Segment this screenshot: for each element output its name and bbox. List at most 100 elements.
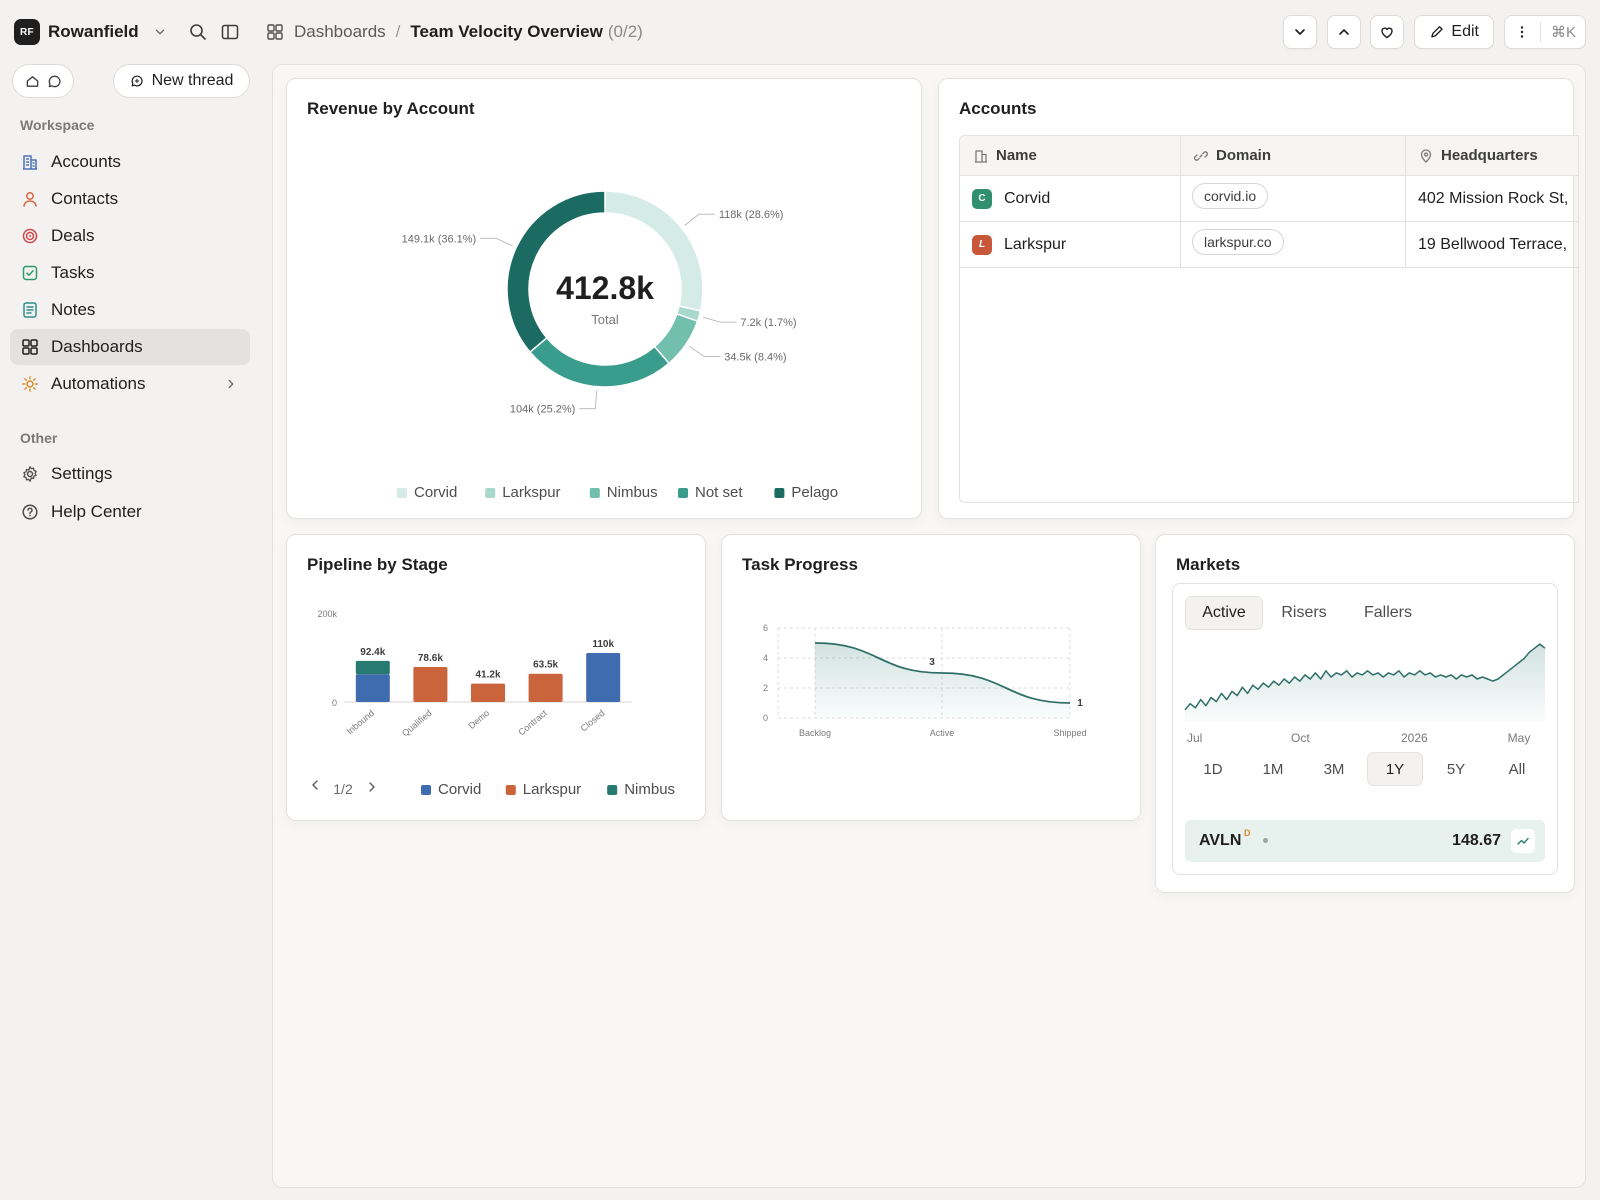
bar-segment[interactable] (586, 653, 621, 702)
card-title: Accounts (959, 99, 1037, 118)
y-tick-label: 0 (763, 713, 768, 723)
range-3m[interactable]: 3M (1306, 752, 1362, 786)
account-hq-cell[interactable]: 19 Bellwood Terrace, (1418, 222, 1578, 267)
account-badge: C (972, 188, 992, 209)
more-menu-button[interactable]: ⌘K (1504, 15, 1586, 49)
domain-chip[interactable]: larkspur.co (1192, 228, 1284, 255)
sidebar-item-help-center[interactable]: Help Center (10, 494, 250, 530)
chat-icon[interactable] (47, 74, 62, 89)
bar-segment[interactable] (528, 673, 563, 702)
range-1y[interactable]: 1Y (1367, 752, 1423, 786)
legend-swatch (607, 785, 618, 795)
y-tick-label: 6 (763, 623, 768, 633)
x-tick-label: Jul (1187, 731, 1202, 745)
account-name-cell[interactable]: L Larkspur (972, 222, 1172, 267)
trend-button[interactable] (1511, 829, 1535, 853)
org-logo: RF (14, 19, 40, 45)
bar-segment[interactable] (355, 674, 390, 702)
sidebar-item-label: Settings (51, 464, 113, 483)
range-5y[interactable]: 5Y (1428, 752, 1484, 786)
legend-swatch (589, 488, 600, 498)
table-row[interactable]: C Corvid corvid.io 402 Mission Rock St, (960, 176, 1578, 222)
dashboard-canvas: Revenue by Account 412.8k Total 118k (28… (272, 64, 1586, 1188)
column-label: Domain (1216, 147, 1272, 164)
account-domain-cell[interactable]: corvid.io (1192, 176, 1397, 221)
chevron-down-icon (1295, 29, 1305, 35)
new-thread-button[interactable]: New thread (113, 64, 250, 98)
breadcrumb-root[interactable]: Dashboards (294, 22, 386, 42)
sidebar-item-notes[interactable]: Notes (10, 292, 250, 328)
pager-next-icon[interactable] (369, 782, 375, 792)
x-tick-label: Demo (466, 708, 491, 731)
pipeline-bar-chart: 1/2 200k 0 92.4k Inbound 78.6k Qualified 41.2k… (312, 609, 675, 798)
bar-segment[interactable] (355, 660, 390, 675)
edit-label: Edit (1451, 23, 1479, 40)
legend-label[interactable]: Corvid (438, 781, 481, 798)
legend-swatch (678, 488, 688, 498)
sidebar-item-automations[interactable]: Automations (10, 366, 250, 402)
bar-segment[interactable] (413, 667, 448, 702)
sidebar-item-dashboards[interactable]: Dashboards (10, 329, 250, 365)
legend-label[interactable]: Not set (695, 484, 743, 501)
dashboard-count: (0/2) (607, 22, 643, 41)
favorite-button[interactable] (1370, 15, 1404, 49)
account-hq-cell[interactable]: 402 Mission Rock St, (1418, 176, 1578, 221)
sidebar-item-tasks[interactable]: Tasks (10, 255, 250, 291)
x-tick-label: Oct (1291, 731, 1310, 745)
donut-slice-not-set[interactable] (528, 336, 670, 388)
x-tick-label: Contract (516, 708, 549, 738)
column-header-name[interactable]: Name (960, 136, 1180, 175)
person-icon (23, 192, 37, 207)
column-header-headquarters[interactable]: Headquarters (1405, 136, 1578, 175)
tab-fallers[interactable]: Fallers (1345, 596, 1431, 630)
range-1d[interactable]: 1D (1185, 752, 1241, 786)
card-title: Markets (1176, 555, 1241, 574)
ticker-price: 148.67 (1452, 832, 1501, 849)
legend-label[interactable]: Larkspur (502, 484, 560, 501)
pager-prev-icon[interactable] (312, 780, 318, 790)
domain-chip[interactable]: corvid.io (1192, 182, 1269, 209)
previous-dashboard-button[interactable] (1327, 15, 1361, 49)
sidebar-item-label: Automations (51, 374, 146, 393)
tab-risers[interactable]: Risers (1265, 596, 1343, 630)
y-tick-label: 200k (317, 609, 337, 619)
note-icon (23, 302, 37, 318)
sidebar: New thread Workspace Accounts Contacts D… (0, 64, 262, 1200)
edit-button[interactable]: Edit (1414, 15, 1494, 49)
next-dashboard-button[interactable] (1283, 15, 1317, 49)
sidebar-item-deals[interactable]: Deals (10, 218, 250, 254)
home-chat-switch[interactable] (12, 64, 74, 98)
table-row[interactable]: L Larkspur larkspur.co 19 Bellwood Terra… (960, 222, 1578, 268)
tab-active[interactable]: Active (1185, 596, 1263, 630)
sidebar-item-label: Contacts (51, 189, 119, 208)
chat-icon (131, 75, 143, 87)
account-name-cell[interactable]: C Corvid (972, 176, 1172, 221)
chevron-down-icon (155, 29, 164, 35)
legend-label[interactable]: Corvid (414, 484, 457, 501)
legend-label[interactable]: Larkspur (523, 781, 581, 798)
breadcrumb-separator: / (395, 22, 401, 41)
legend-label[interactable]: Nimbus (624, 781, 675, 798)
org-switcher[interactable]: RF Rowanfield (14, 18, 167, 46)
column-header-domain[interactable]: Domain (1180, 136, 1405, 175)
home-icon[interactable] (25, 74, 40, 89)
range-1m[interactable]: 1M (1245, 752, 1301, 786)
search-icon[interactable] (188, 22, 208, 42)
sidebar-item-settings[interactable]: Settings (10, 456, 250, 492)
legend-label[interactable]: Pelago (791, 484, 838, 501)
ticker-row[interactable]: AVLN D 148.67 (1185, 820, 1545, 862)
sidebar-item-contacts[interactable]: Contacts (10, 181, 250, 217)
chevron-right-icon (228, 379, 234, 389)
account-name: Corvid (1004, 189, 1051, 207)
account-hq: 19 Bellwood Terrace, (1418, 235, 1568, 253)
x-tick-label: Shipped (1053, 728, 1086, 738)
range-all[interactable]: All (1489, 752, 1545, 786)
sidebar-toggle-icon[interactable] (220, 22, 240, 42)
top-bar: RF Rowanfield Dashboards / Team Velocity… (0, 0, 1600, 64)
account-domain-cell[interactable]: larkspur.co (1192, 222, 1397, 267)
bar-segment[interactable] (471, 683, 505, 702)
sidebar-item-accounts[interactable]: Accounts (10, 144, 250, 180)
legend-label[interactable]: Nimbus (607, 484, 658, 501)
legend-swatch (505, 785, 516, 795)
legend-swatch (421, 785, 431, 795)
